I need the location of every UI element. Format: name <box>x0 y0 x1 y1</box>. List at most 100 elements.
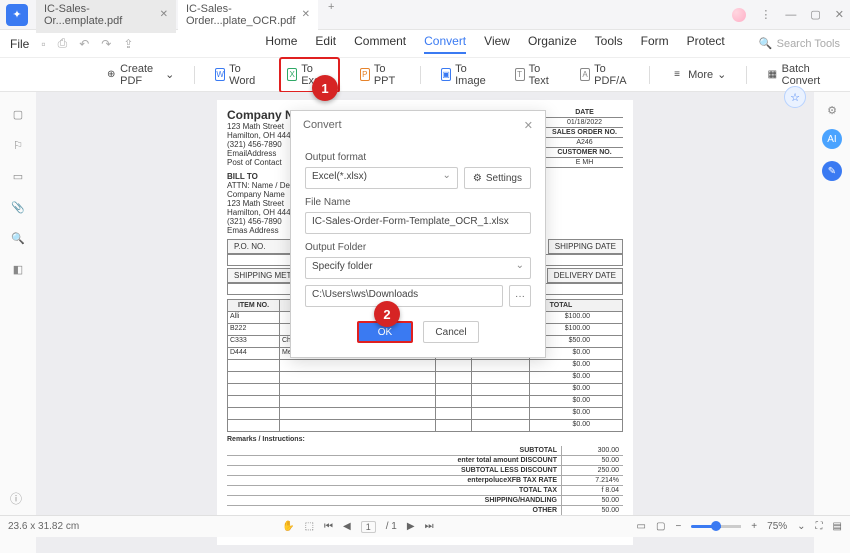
annotation-badge-1: 1 <box>312 75 338 101</box>
date-label: DATE <box>546 108 623 118</box>
more-button[interactable]: ≡ More ⌄ <box>664 64 732 86</box>
cell-item: D444 <box>228 348 280 359</box>
kebab-icon[interactable]: ⋮ <box>760 8 771 21</box>
thumbnail-icon[interactable]: ▢ <box>13 108 23 121</box>
save-icon[interactable]: ▫ <box>41 37 45 51</box>
undo-icon[interactable]: ↶ <box>79 37 89 51</box>
floating-assist-icon[interactable]: ☆ <box>784 86 806 108</box>
close-icon[interactable]: ✕ <box>835 8 844 21</box>
close-icon[interactable]: ✕ <box>160 9 168 20</box>
sum-other-val: 50.00 <box>561 506 623 515</box>
sum-subtotal-val: 300.00 <box>561 446 623 455</box>
output-format-label: Output format <box>305 152 531 163</box>
to-word-button[interactable]: W To Word <box>209 59 265 91</box>
table-row: $0.00 <box>227 372 623 384</box>
cell-total: $0.00 <box>530 420 592 431</box>
cell-item: Alli <box>228 312 280 323</box>
fullscreen-icon[interactable]: ⛶ <box>816 521 823 532</box>
convert-dialog: Convert ✕ Output format Excel(*.xlsx) ⚙S… <box>290 110 546 358</box>
sum-subtotal-lbl: SUBTOTAL <box>431 446 561 455</box>
cell-desc <box>280 372 436 383</box>
add-tab-button[interactable]: + <box>320 0 342 33</box>
to-ppt-button[interactable]: P To PPT <box>354 59 406 91</box>
create-pdf-button[interactable]: ⊕ Create PDF ⌄ <box>100 59 180 91</box>
maximize-icon[interactable]: ▢ <box>810 8 820 21</box>
image-icon: ▣ <box>441 68 451 81</box>
profile-icon[interactable] <box>732 8 746 22</box>
zoom-slider[interactable] <box>691 525 741 528</box>
file-name-input[interactable]: IC-Sales-Order-Form-Template_OCR_1.xlsx <box>305 212 531 234</box>
redo-icon[interactable]: ↷ <box>101 37 111 51</box>
share-icon[interactable]: ⇪ <box>123 37 133 51</box>
hand-tool-icon[interactable]: ✋ <box>282 521 294 532</box>
sum-subless-lbl: SUBTOTAL LESS DISCOUNT <box>431 466 561 475</box>
menu-home[interactable]: Home <box>265 34 297 54</box>
output-format-select[interactable]: Excel(*.xlsx) <box>305 167 458 189</box>
menu-edit[interactable]: Edit <box>315 34 336 54</box>
cancel-button[interactable]: Cancel <box>423 321 479 343</box>
file-menu[interactable]: File <box>10 37 29 51</box>
to-pdfa-button[interactable]: A To PDF/A <box>574 59 635 91</box>
cell-price <box>472 384 530 395</box>
menu-protect[interactable]: Protect <box>687 34 725 54</box>
sum-discount-val: 50.00 <box>561 456 623 465</box>
pdfa-icon: A <box>580 68 590 81</box>
help-icon[interactable]: ⓘ <box>10 490 22 507</box>
tab-doc-2[interactable]: IC-Sales-Order...plate_OCR.pdf ✕ <box>178 0 318 33</box>
compare-icon[interactable]: ◧ <box>13 263 23 276</box>
ai-icon[interactable]: AI <box>822 129 842 149</box>
first-page-icon[interactable]: ⏮ <box>324 521 333 532</box>
next-page-icon[interactable]: ▶ <box>407 521 415 532</box>
sum-totaltax-lbl: TOTAL TAX <box>431 486 561 495</box>
to-image-button[interactable]: ▣ To Image <box>435 59 495 91</box>
close-icon[interactable]: ✕ <box>302 9 310 20</box>
cell-item <box>228 420 280 431</box>
batch-convert-button[interactable]: ▦ Batch Convert <box>761 59 840 91</box>
to-text-button[interactable]: T To Text <box>509 59 560 91</box>
read-mode-icon[interactable]: ▤ <box>833 521 842 532</box>
last-page-icon[interactable]: ⏭ <box>425 521 434 532</box>
browse-button[interactable]: ··· <box>509 285 531 307</box>
menu-organize[interactable]: Organize <box>528 34 577 54</box>
btn-label: Batch Convert <box>782 63 834 87</box>
page-count: / 1 <box>386 521 397 532</box>
fit-width-icon[interactable]: ▭ <box>637 521 646 532</box>
table-row: $0.00 <box>227 360 623 372</box>
select-tool-icon[interactable]: ⬚ <box>305 521 314 532</box>
sum-other-lbl: OTHER <box>431 506 561 515</box>
zoom-value: 75% <box>767 521 787 532</box>
menu-form[interactable]: Form <box>641 34 669 54</box>
zoom-out-icon[interactable]: − <box>675 521 681 532</box>
print-icon[interactable]: ⎙ <box>58 36 68 51</box>
menu-tools[interactable]: Tools <box>595 34 623 54</box>
text-icon: T <box>515 68 525 81</box>
bookmark-icon[interactable]: ⚐ <box>13 139 23 152</box>
cell-item <box>228 384 280 395</box>
date-value: 01/18/2022 <box>546 118 623 128</box>
translate-icon[interactable]: ✎ <box>822 161 842 181</box>
folder-mode-select[interactable]: Specify folder <box>305 257 531 279</box>
tab-doc-1[interactable]: IC-Sales-Or...emplate.pdf ✕ <box>36 0 176 33</box>
btn-label: To Word <box>229 63 259 87</box>
fit-page-icon[interactable]: ▢ <box>656 521 665 532</box>
page-number-input[interactable]: 1 <box>361 521 376 533</box>
sum-subless-val: 250.00 <box>561 466 623 475</box>
chevron-down-icon[interactable]: ⌄ <box>797 521 805 532</box>
minimize-icon[interactable]: — <box>785 9 796 21</box>
settings-icon[interactable]: ⚙ <box>827 104 837 117</box>
menu-convert[interactable]: Convert <box>424 34 466 54</box>
comment-icon[interactable]: ▭ <box>13 170 23 183</box>
attachment-icon[interactable]: 📎 <box>11 201 25 214</box>
prev-page-icon[interactable]: ◀ <box>343 521 351 532</box>
folder-path-input[interactable]: C:\Users\ws\Downloads <box>305 285 503 307</box>
search-tools[interactable]: 🔍 Search Tools <box>759 37 840 50</box>
menu-view[interactable]: View <box>484 34 510 54</box>
settings-button[interactable]: ⚙Settings <box>464 167 531 189</box>
cell-item <box>228 360 280 371</box>
zoom-in-icon[interactable]: + <box>751 521 757 532</box>
btn-label: To PDF/A <box>594 63 629 87</box>
menu-comment[interactable]: Comment <box>354 34 406 54</box>
close-icon[interactable]: ✕ <box>524 119 533 132</box>
search-placeholder: Search Tools <box>777 38 840 50</box>
search-icon[interactable]: 🔍 <box>11 232 25 245</box>
